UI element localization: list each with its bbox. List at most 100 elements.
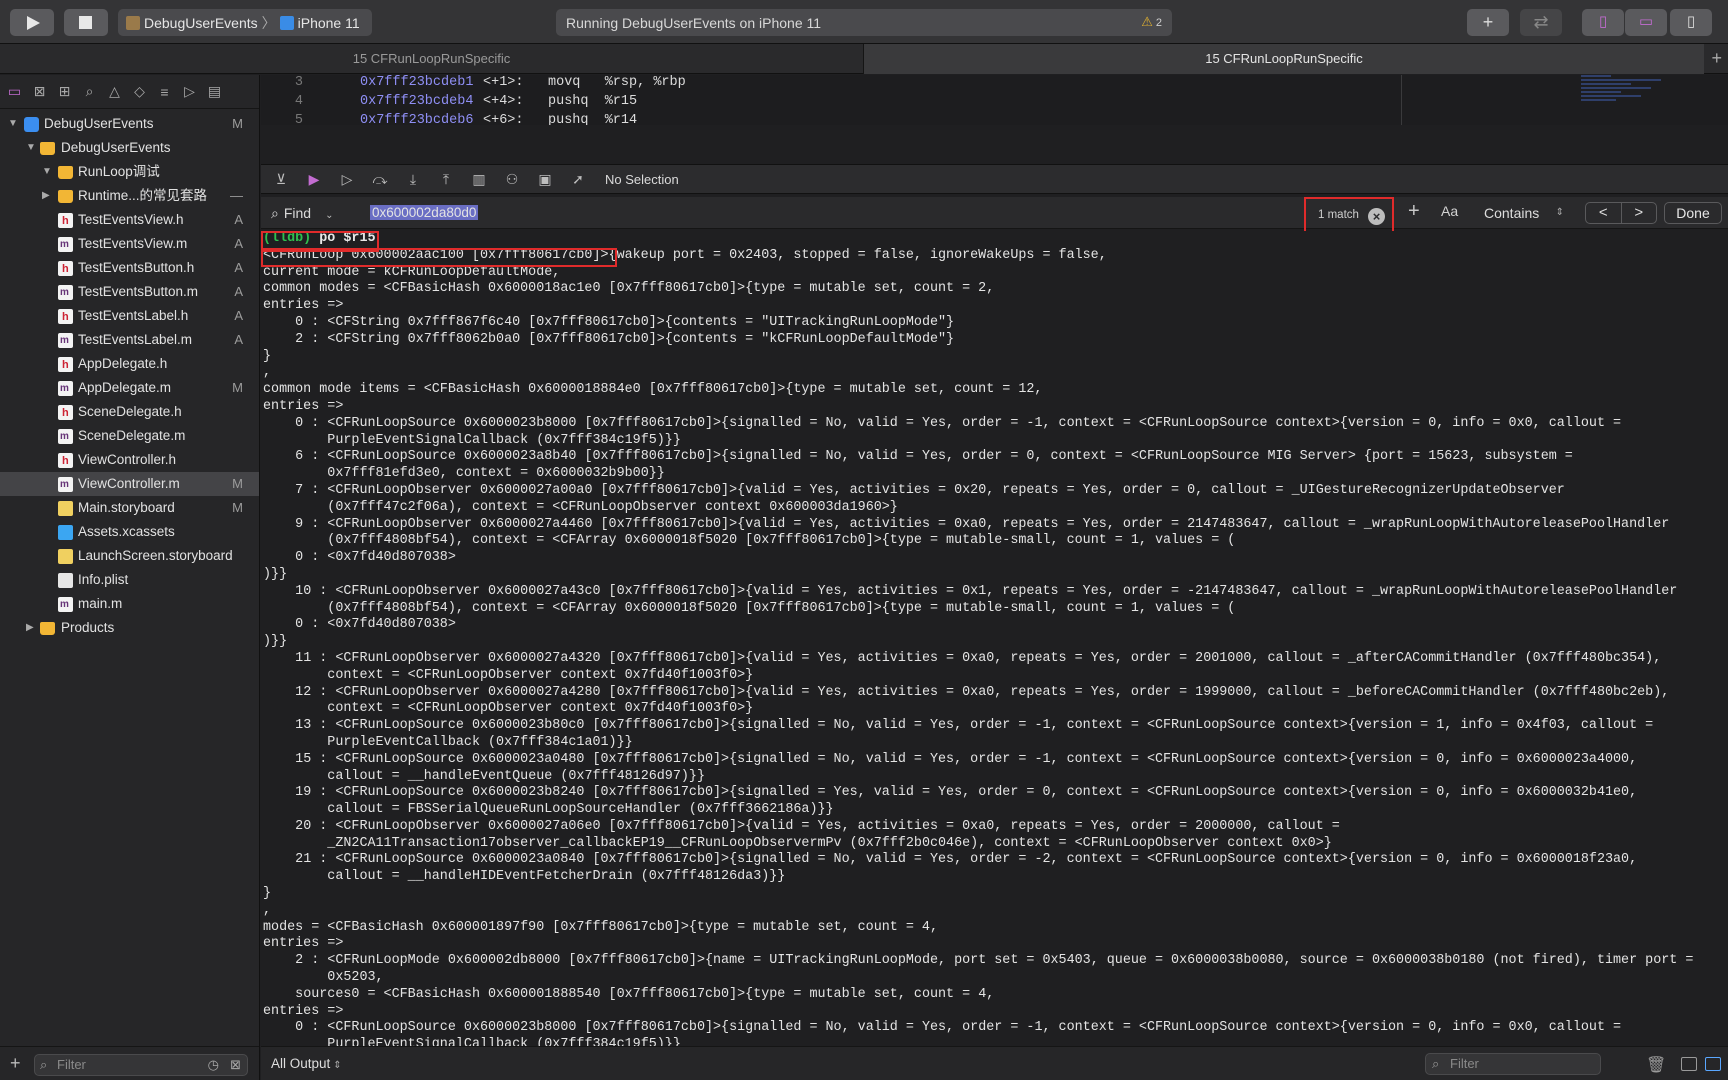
- issue-icon[interactable]: △: [106, 83, 123, 100]
- trash-icon[interactable]: 🗑: [1646, 1055, 1666, 1075]
- toggle-inspector-button[interactable]: ▯: [1670, 9, 1712, 36]
- console-filter-input[interactable]: ⌕ Filter: [1425, 1053, 1601, 1075]
- source-control-icon[interactable]: ⊠: [31, 83, 48, 100]
- editor-tab[interactable]: 15 CFRunLoopRunSpecific: [0, 44, 864, 74]
- clear-search-icon[interactable]: ×: [1368, 208, 1385, 225]
- search-icon[interactable]: ⌕: [81, 83, 98, 100]
- debug-icon[interactable]: ≡: [156, 83, 173, 100]
- tree-item-group[interactable]: ▼ DebugUserEvents: [0, 136, 259, 160]
- stop-button[interactable]: [64, 9, 108, 36]
- project-navigator: ▭ ⊠ ⊞ ⌕ △ ◇ ≡ ▷ ▤ ▼ DebugUserEvents M ▼ Deb…: [0, 75, 260, 1080]
- minimap-line: [1581, 79, 1661, 81]
- disassembly-editor[interactable]: 3 0x7fff23bcdeb1 <+1>: movq %rsp, %rbp 4 0x7…: [261, 75, 1728, 125]
- updown-chevron-icon: ⇕: [333, 1060, 342, 1071]
- tree-item-file[interactable]: ViewController.h: [0, 448, 259, 473]
- tree-item-file[interactable]: TestEventsLabel.m A: [0, 328, 259, 353]
- hide-debug-area-icon[interactable]: ⊻: [271, 170, 291, 188]
- find-mode-dropdown[interactable]: ⌕ Find ⌄: [271, 202, 361, 224]
- find-input[interactable]: 0x600002da80d0: [370, 202, 1410, 224]
- run-button[interactable]: [10, 9, 54, 36]
- scheme-selector[interactable]: DebugUserEvents 〉 iPhone 11: [118, 9, 372, 36]
- add-pattern-icon[interactable]: +: [1408, 200, 1420, 223]
- tree-item-label: TestEventsLabel.h: [78, 308, 189, 323]
- breakpoint-icon[interactable]: ▷: [181, 83, 198, 100]
- simulate-location-icon[interactable]: ➚: [568, 170, 588, 188]
- scm-badge: A: [234, 212, 243, 227]
- stack-frame-selection[interactable]: No Selection: [605, 172, 679, 187]
- scm-badge: A: [234, 260, 243, 275]
- recent-files-icon[interactable]: ◷: [208, 1055, 219, 1075]
- report-icon[interactable]: ▤: [206, 83, 223, 100]
- folder-icon[interactable]: ▭: [6, 83, 23, 100]
- match-case-toggle[interactable]: Aa: [1441, 203, 1458, 219]
- step-over-icon[interactable]: ⤼: [370, 170, 390, 188]
- line-number: 4: [294, 94, 303, 109]
- previous-match-button[interactable]: <: [1586, 203, 1621, 223]
- tree-item-file[interactable]: SceneDelegate.h: [0, 400, 259, 425]
- tree-item-file[interactable]: main.m: [0, 592, 259, 617]
- tree-item-file-selected[interactable]: ViewController.m M: [0, 472, 259, 497]
- tree-item-label: main.m: [78, 596, 123, 611]
- tree-item-group[interactable]: ▼ RunLoop调试: [0, 160, 259, 184]
- tree-item-label: AppDelegate.h: [78, 356, 168, 371]
- tree-item-file[interactable]: TestEventsView.m A: [0, 232, 259, 257]
- next-match-button[interactable]: >: [1620, 203, 1657, 223]
- tree-item-label: ViewController.h: [78, 452, 177, 467]
- tree-item-file[interactable]: SceneDelegate.m: [0, 424, 259, 449]
- add-tab-icon[interactable]: +: [1711, 48, 1722, 69]
- disclosure-closed-icon: ▶: [26, 622, 34, 633]
- tree-item-label: TestEventsLabel.m: [78, 332, 193, 347]
- done-button[interactable]: Done: [1664, 202, 1722, 224]
- console-output: <CFRunLoop 0x600002aac100 [0x7fff80617cb…: [263, 247, 1694, 1046]
- tree-item-file[interactable]: Main.storyboard M: [0, 496, 259, 520]
- disclosure-open-icon: ▼: [42, 166, 52, 177]
- tree-item-file[interactable]: TestEventsView.h A: [0, 208, 259, 233]
- stop-icon: [79, 16, 92, 29]
- tree-item-label: AppDelegate.m: [78, 380, 172, 395]
- editor-tab-active[interactable]: 15 CFRunLoopRunSpecific: [864, 44, 1704, 74]
- code-review-button[interactable]: ⇄: [1520, 9, 1562, 36]
- library-button[interactable]: +: [1467, 9, 1509, 36]
- instruction-offset: <+4>:: [483, 94, 524, 109]
- breakpoints-toggle-icon[interactable]: ▶: [304, 170, 324, 188]
- debug-bar: ⊻ ▶ ▷ ⤼ ⤓ ⤒ ▥ ⚇ ▣ ➚ No Selection: [261, 164, 1728, 194]
- toggle-navigator-button[interactable]: ▯: [1582, 9, 1624, 36]
- tab-bar: 15 CFRunLoopRunSpecific 15 CFRunLoopRunS…: [0, 44, 1728, 74]
- warnings-indicator[interactable]: ⚠ 2: [1141, 14, 1162, 30]
- add-file-button[interactable]: +: [10, 1053, 21, 1074]
- console-bottom-bar: All Output ⇕ ⌕ Filter 🗑: [261, 1046, 1728, 1080]
- tree-item-file[interactable]: TestEventsButton.h A: [0, 256, 259, 281]
- tree-item-file[interactable]: TestEventsLabel.h A: [0, 304, 259, 329]
- step-out-icon[interactable]: ⤒: [436, 170, 456, 188]
- find-navigation: < >: [1585, 202, 1657, 224]
- scm-badge: A: [234, 284, 243, 299]
- tree-item-file[interactable]: LaunchScreen.storyboard: [0, 544, 259, 568]
- search-icon: ⌕: [271, 205, 279, 221]
- step-into-icon[interactable]: ⤓: [403, 170, 423, 188]
- memory-graph-icon[interactable]: ⚇: [502, 170, 522, 188]
- continue-icon[interactable]: ▷: [337, 170, 357, 188]
- tree-item-group[interactable]: ▶ Runtime...的常见套路 —: [0, 184, 259, 208]
- match-type-dropdown[interactable]: Contains ⇕: [1478, 202, 1570, 224]
- scm-filter-icon[interactable]: ⊠: [230, 1055, 241, 1075]
- plist-icon: [58, 573, 73, 588]
- toggle-debug-area-button[interactable]: ▭: [1625, 9, 1667, 36]
- output-mode-dropdown[interactable]: All Output ⇕: [271, 1056, 342, 1071]
- debug-console[interactable]: (lldb) po $r15 <CFRunLoop 0x600002aac100…: [261, 231, 1728, 1046]
- symbol-icon[interactable]: ⊞: [56, 83, 73, 100]
- tree-item-file[interactable]: TestEventsButton.m A: [0, 280, 259, 305]
- test-icon[interactable]: ◇: [131, 83, 148, 100]
- variables-view-icon[interactable]: [1681, 1057, 1697, 1071]
- tree-item-group[interactable]: ▶ Products: [0, 616, 259, 640]
- tree-item-file[interactable]: Info.plist: [0, 568, 259, 592]
- tree-item-file[interactable]: Assets.xcassets: [0, 520, 259, 544]
- navigator-filter-input[interactable]: ⌕ Filter ◷ ⊠: [34, 1054, 248, 1076]
- tree-item-project[interactable]: ▼ DebugUserEvents M: [0, 112, 259, 136]
- device-name[interactable]: iPhone 11: [298, 15, 360, 31]
- tree-item-file[interactable]: AppDelegate.h: [0, 352, 259, 377]
- environment-overrides-icon[interactable]: ▣: [535, 170, 555, 188]
- tree-item-file[interactable]: AppDelegate.m M: [0, 376, 259, 401]
- view-debugger-icon[interactable]: ▥: [469, 170, 489, 188]
- console-view-icon[interactable]: [1705, 1057, 1721, 1071]
- minimap[interactable]: [1581, 75, 1701, 125]
